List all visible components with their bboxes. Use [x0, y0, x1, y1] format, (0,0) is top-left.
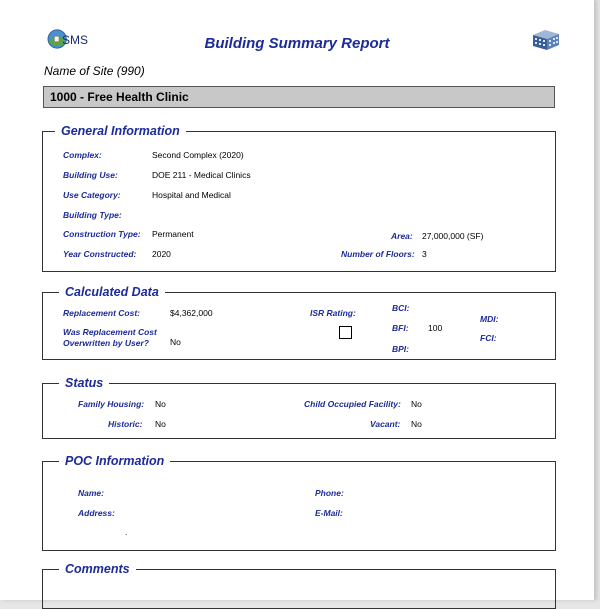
use-category-label: Use Category: [63, 190, 121, 200]
poc-email-label: E-Mail: [315, 508, 343, 518]
year-constructed-label: Year Constructed: [63, 249, 137, 259]
poc-address-label: Address: [78, 508, 115, 518]
family-housing-label: Family Housing: [78, 399, 145, 409]
historic-value: No [155, 419, 166, 429]
vacant-label: Vacant: [370, 419, 401, 429]
floors-label: Number of Floors: [341, 249, 415, 259]
area-label: Area: [391, 231, 413, 241]
isr-rating-label: ISR Rating: [310, 308, 356, 318]
floors-value: 3 [422, 249, 427, 259]
status-section [42, 383, 556, 439]
year-constructed-value: 2020 [152, 249, 171, 259]
poc-section [42, 461, 556, 551]
report-page: SMS Building Summary Report Name of Site… [0, 0, 595, 609]
building-use-label: Building Use: [63, 170, 118, 180]
construction-type-label: Construction Type: [63, 229, 141, 239]
poc-heading: POC Information [59, 454, 171, 468]
bfi-value: 100 [428, 323, 443, 333]
replacement-cost-value: $4,362,000 [170, 308, 213, 318]
replacement-cost-label: Replacement Cost: [63, 308, 140, 318]
general-info-heading: General Information [55, 124, 186, 138]
isr-rating-checkbox [339, 326, 352, 339]
building-use-value: DOE 211 - Medical Clinics [152, 170, 251, 180]
use-category-value: Hospital and Medical [152, 190, 231, 200]
family-housing-value: No [155, 399, 166, 409]
complex-value: Second Complex (2020) [152, 150, 244, 160]
bpi-label: BPI: [392, 344, 409, 354]
child-occupied-label: Child Occupied Facility: [304, 399, 401, 409]
building-type-label: Building Type: [63, 210, 122, 220]
calculated-data-heading: Calculated Data [59, 285, 165, 299]
page-title: Building Summary Report [204, 35, 390, 52]
poc-name-label: Name: [78, 488, 104, 498]
area-value: 27,000,000 (SF) [422, 231, 484, 241]
complex-label: Complex: [63, 150, 102, 160]
building-icon [533, 30, 559, 50]
bci-label: BCI: [392, 303, 410, 313]
building-title: 1000 - Free Health Clinic [50, 90, 189, 104]
historic-label: Historic: [108, 419, 143, 429]
poc-phone-label: Phone: [315, 488, 344, 498]
status-heading: Status [59, 376, 110, 390]
overwritten-value: No [170, 337, 181, 347]
comments-heading: Comments [59, 562, 136, 576]
building-title-bar: 1000 - Free Health Clinic [43, 86, 555, 108]
construction-type-value: Permanent [152, 229, 194, 239]
poc-address-dot: . [125, 527, 128, 537]
site-name: Name of Site (990) [44, 64, 145, 78]
overwritten-label-line2: Overwritten by User? [63, 338, 149, 348]
overwritten-label-line1: Was Replacement Cost [63, 327, 157, 337]
child-occupied-value: No [411, 399, 422, 409]
mdi-label: MDI: [480, 314, 499, 324]
fci-label: FCI: [480, 333, 497, 343]
bfi-label: BFI: [392, 323, 409, 333]
calculated-data-section [42, 292, 556, 360]
vacant-value: No [411, 419, 422, 429]
